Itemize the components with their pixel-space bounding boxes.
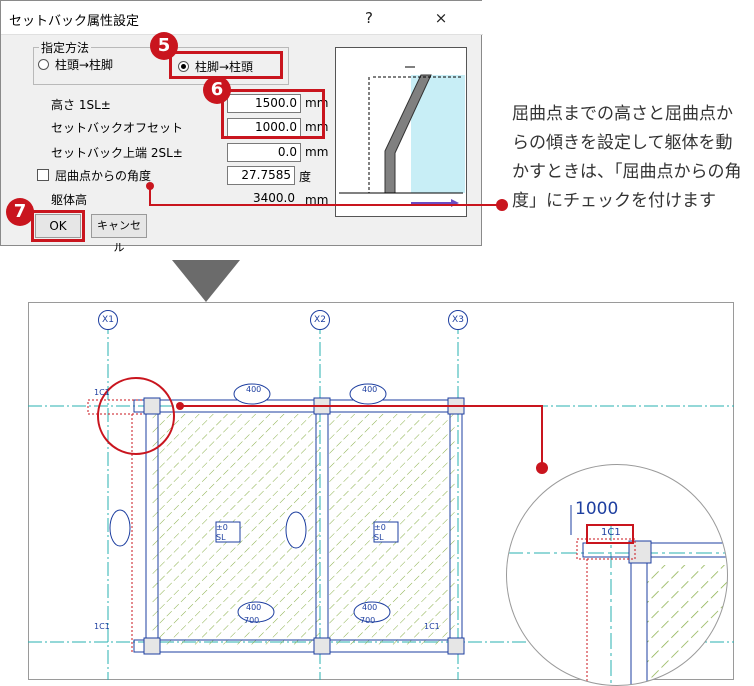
grid-label-x1: X1 <box>98 310 118 330</box>
zoom-column-label: 1C1 <box>601 527 621 538</box>
column-x3-bottom <box>447 637 465 655</box>
footing-depth-4: 700 <box>360 616 376 625</box>
zoom-beam-left <box>630 542 648 685</box>
zoom-beam-top <box>582 542 727 558</box>
zoom-offset-label: 1000 <box>575 499 619 519</box>
zoom-detail: 1000 1C1 <box>506 464 728 686</box>
footing-size-2: 400 <box>362 385 378 394</box>
slab-level-2: ±0 <box>374 523 386 532</box>
grid-label-x3: X3 <box>448 310 468 330</box>
leader-line <box>149 186 502 206</box>
column-label-bottom-right: 1C1 <box>424 622 440 631</box>
grid-label-x2: X2 <box>310 310 330 330</box>
footing-size-4: 400 <box>362 603 378 612</box>
slab-level-1: ±0 <box>216 523 228 532</box>
footing-size-1: 400 <box>246 385 262 394</box>
column-x2-bottom <box>313 637 331 655</box>
down-arrow-icon <box>172 260 240 302</box>
column-x1-bottom <box>143 637 161 655</box>
zoom-column <box>628 540 652 564</box>
slab-sl-1: SL <box>216 533 226 542</box>
column-x1-top <box>143 397 161 415</box>
column-label-top-left: 1C1 <box>94 388 110 397</box>
column-label-bottom-left: 1C1 <box>94 622 110 631</box>
footing-depth-3: 700 <box>244 616 260 625</box>
footing-size-3: 400 <box>246 603 262 612</box>
instruction-note: 屈曲点までの高さと屈曲点からの傾きを設定して躯体を動かすときは、「屈曲点からの角… <box>512 104 742 211</box>
footing-oval-6 <box>285 511 307 549</box>
slab-sl-2: SL <box>374 533 384 542</box>
leader-end-dot <box>496 199 508 211</box>
footing-oval-5 <box>109 509 131 547</box>
zoom-slab <box>647 565 727 685</box>
